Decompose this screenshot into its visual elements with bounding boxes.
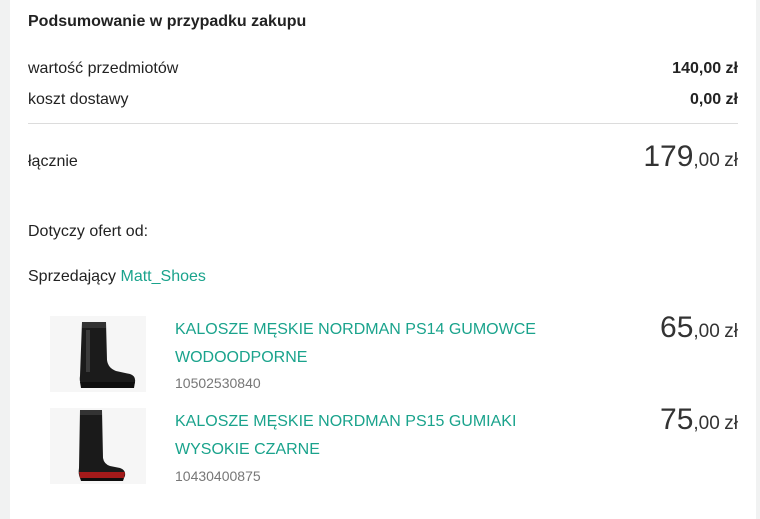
offer-title-link[interactable]: KALOSZE MĘSKIE NORDMAN PS15 GUMIAKI WYSO…	[175, 408, 575, 464]
total-price-integer: 179	[643, 140, 694, 173]
seller-prefix: Sprzedający	[28, 268, 117, 285]
offer-title-link[interactable]: KALOSZE MĘSKIE NORDMAN PS14 GUMOWCE WODO…	[175, 316, 575, 372]
rubber-boot-icon	[50, 316, 146, 392]
summary-title: Podsumowanie w przypadku zakupu	[28, 13, 307, 30]
offer-thumbnail[interactable]	[50, 408, 146, 484]
applies-to-label: Dotyczy ofert od:	[28, 223, 149, 240]
items-value-row: wartość przedmiotów 140,00 zł	[28, 60, 738, 78]
divider	[28, 123, 738, 124]
purchase-summary-card: Podsumowanie w przypadku zakupu wartość …	[10, 0, 756, 519]
items-value-label: wartość przedmiotów	[28, 60, 179, 77]
offer-price-currency: zł	[724, 413, 738, 434]
offer-price-decimal: ,00	[693, 321, 720, 342]
total-row: łącznie 179,00 zł	[28, 140, 738, 174]
total-label: łącznie	[28, 153, 78, 170]
shipping-row: koszt dostawy 0,00 zł	[28, 91, 738, 109]
rubber-boot-icon	[50, 408, 146, 484]
offer-price: 65,00 zł	[660, 311, 738, 345]
offer-price-integer: 65	[660, 311, 694, 344]
total-price: 179,00 zł	[643, 140, 738, 174]
total-price-currency: zł	[724, 150, 738, 171]
offer-price: 75,00 zł	[660, 403, 738, 437]
seller-link[interactable]: Matt_Shoes	[121, 268, 206, 285]
shipping-label: koszt dostawy	[28, 91, 129, 108]
offer-thumbnail[interactable]	[50, 316, 146, 392]
shipping-value: 0,00 zł	[689, 91, 738, 108]
offer-price-decimal: ,00	[693, 413, 720, 434]
offer-id: 10430400875	[175, 468, 261, 484]
seller-line: Sprzedający Matt_Shoes	[28, 268, 206, 286]
offer-price-integer: 75	[660, 403, 694, 436]
offer-id: 10502530840	[175, 375, 261, 391]
total-price-decimal: ,00	[693, 150, 720, 171]
offer-price-currency: zł	[724, 321, 738, 342]
items-value: 140,00 zł	[672, 60, 738, 77]
